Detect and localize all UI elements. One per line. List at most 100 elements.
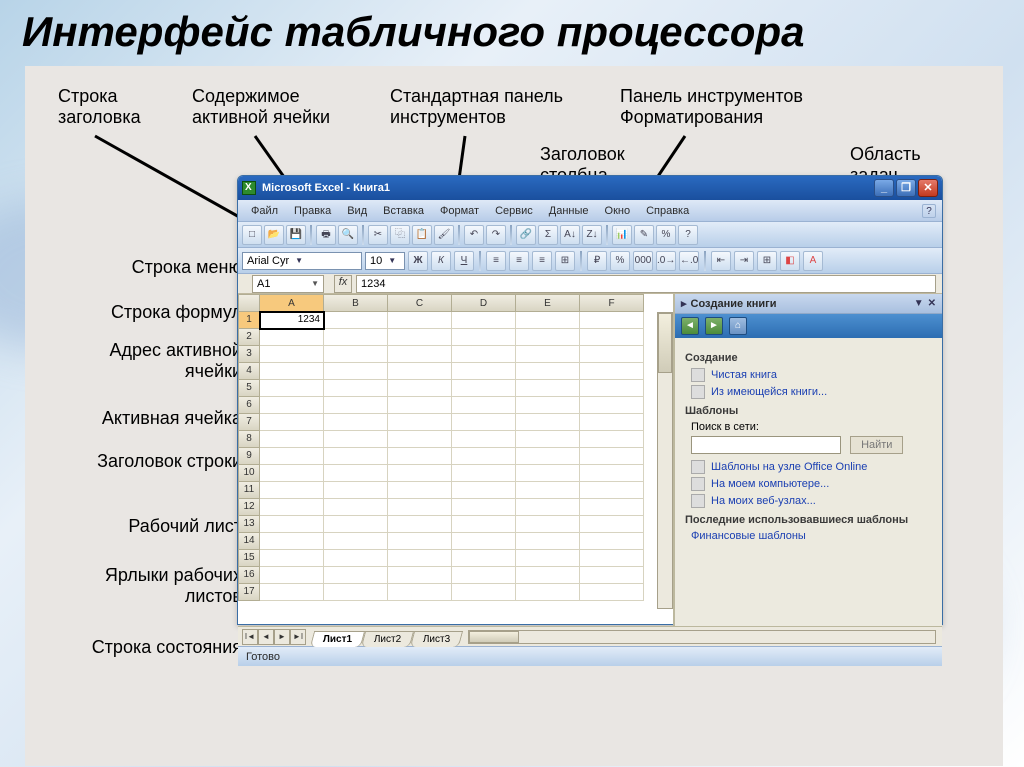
cell[interactable] xyxy=(452,584,516,601)
horizontal-scrollbar[interactable] xyxy=(468,630,936,644)
cell[interactable] xyxy=(324,465,388,482)
cell[interactable] xyxy=(516,550,580,567)
template-search-input[interactable] xyxy=(691,436,841,454)
column-header[interactable]: B xyxy=(324,294,388,312)
cell[interactable] xyxy=(260,499,324,516)
cell[interactable] xyxy=(324,584,388,601)
menu-item[interactable]: Окно xyxy=(598,203,638,219)
comma-icon[interactable]: 000 xyxy=(633,251,653,271)
cell[interactable] xyxy=(452,363,516,380)
close-button[interactable]: ✕ xyxy=(918,179,938,197)
indent-right-icon[interactable]: ⇥ xyxy=(734,251,754,271)
sum-icon[interactable]: Σ xyxy=(538,225,558,245)
link-my-computer[interactable]: На моем компьютере... xyxy=(691,477,932,491)
menu-item[interactable]: Формат xyxy=(433,203,486,219)
vertical-scrollbar[interactable] xyxy=(657,312,673,609)
menu-item[interactable]: Вид xyxy=(340,203,374,219)
row-header[interactable]: 4 xyxy=(238,363,260,380)
cell[interactable] xyxy=(260,346,324,363)
column-header[interactable]: D xyxy=(452,294,516,312)
cell[interactable] xyxy=(452,312,516,329)
row-header[interactable]: 10 xyxy=(238,465,260,482)
borders-icon[interactable]: ⊞ xyxy=(757,251,777,271)
menu-item[interactable]: Вставка xyxy=(376,203,431,219)
sheet-tab[interactable]: Лист2 xyxy=(361,631,415,647)
save-icon[interactable]: 💾 xyxy=(286,225,306,245)
cell[interactable] xyxy=(580,584,644,601)
chart-icon[interactable]: 📊 xyxy=(612,225,632,245)
cell[interactable] xyxy=(388,380,452,397)
cell[interactable] xyxy=(580,397,644,414)
menu-item[interactable]: Данные xyxy=(542,203,596,219)
sort-asc-icon[interactable]: A↓ xyxy=(560,225,580,245)
cell[interactable] xyxy=(324,329,388,346)
cell[interactable] xyxy=(388,465,452,482)
cell[interactable] xyxy=(516,431,580,448)
menu-item[interactable]: Сервис xyxy=(488,203,540,219)
row-header[interactable]: 7 xyxy=(238,414,260,431)
cell[interactable] xyxy=(388,363,452,380)
cell[interactable] xyxy=(260,448,324,465)
row-header[interactable]: 15 xyxy=(238,550,260,567)
cell[interactable] xyxy=(388,431,452,448)
cell[interactable] xyxy=(452,329,516,346)
cell[interactable] xyxy=(580,550,644,567)
help-icon[interactable]: ? xyxy=(678,225,698,245)
sort-desc-icon[interactable]: Z↓ xyxy=(582,225,602,245)
menu-item[interactable]: Справка xyxy=(639,203,696,219)
indent-left-icon[interactable]: ⇤ xyxy=(711,251,731,271)
cell[interactable] xyxy=(324,567,388,584)
align-center-icon[interactable]: ≡ xyxy=(509,251,529,271)
taskpane-title-bar[interactable]: ▸ Создание книги ▼✕ xyxy=(675,294,942,314)
link-my-websites[interactable]: На моих веб-узлах... xyxy=(691,494,932,508)
increase-decimal-icon[interactable]: .0→ xyxy=(656,251,676,271)
cell[interactable] xyxy=(260,533,324,550)
cell[interactable] xyxy=(388,329,452,346)
maximize-button[interactable]: ❐ xyxy=(896,179,916,197)
cell[interactable] xyxy=(452,516,516,533)
cell[interactable] xyxy=(516,363,580,380)
row-header[interactable]: 3 xyxy=(238,346,260,363)
cell[interactable] xyxy=(580,448,644,465)
link-blank-workbook[interactable]: Чистая книга xyxy=(691,368,932,382)
row-header[interactable]: 9 xyxy=(238,448,260,465)
cell[interactable] xyxy=(260,397,324,414)
cell[interactable] xyxy=(516,516,580,533)
cell[interactable] xyxy=(516,414,580,431)
bold-icon[interactable]: Ж xyxy=(408,251,428,271)
new-icon[interactable]: □ xyxy=(242,225,262,245)
cell[interactable] xyxy=(452,414,516,431)
link-financial-templates[interactable]: Финансовые шаблоны xyxy=(691,530,932,542)
first-sheet-icon[interactable]: I◄ xyxy=(242,629,258,645)
cut-icon[interactable]: ✂ xyxy=(368,225,388,245)
cell[interactable] xyxy=(260,363,324,380)
cell[interactable] xyxy=(452,533,516,550)
worksheet-area[interactable]: A B C D E F 1234567891011121314151617 12… xyxy=(238,294,674,626)
cell[interactable] xyxy=(452,465,516,482)
cell[interactable] xyxy=(324,363,388,380)
cell[interactable] xyxy=(516,380,580,397)
sheet-tab[interactable]: Лист1 xyxy=(310,631,365,647)
open-icon[interactable]: 📂 xyxy=(264,225,284,245)
cell[interactable] xyxy=(388,482,452,499)
cell[interactable] xyxy=(516,329,580,346)
cell[interactable] xyxy=(516,482,580,499)
cell[interactable] xyxy=(580,533,644,550)
cell[interactable] xyxy=(388,499,452,516)
cell[interactable] xyxy=(516,465,580,482)
cell[interactable] xyxy=(260,329,324,346)
italic-icon[interactable]: К xyxy=(431,251,451,271)
row-header[interactable]: 16 xyxy=(238,567,260,584)
row-header[interactable]: 12 xyxy=(238,499,260,516)
fill-color-icon[interactable]: ◧ xyxy=(780,251,800,271)
cell[interactable] xyxy=(580,465,644,482)
cell[interactable] xyxy=(260,380,324,397)
copy-icon[interactable]: ⿻ xyxy=(390,225,410,245)
menu-item[interactable]: Правка xyxy=(287,203,338,219)
sheet-tab[interactable]: Лист3 xyxy=(410,631,464,647)
cell[interactable] xyxy=(260,584,324,601)
align-right-icon[interactable]: ≡ xyxy=(532,251,552,271)
zoom-icon[interactable]: % xyxy=(656,225,676,245)
cell[interactable] xyxy=(324,346,388,363)
row-header[interactable]: 13 xyxy=(238,516,260,533)
